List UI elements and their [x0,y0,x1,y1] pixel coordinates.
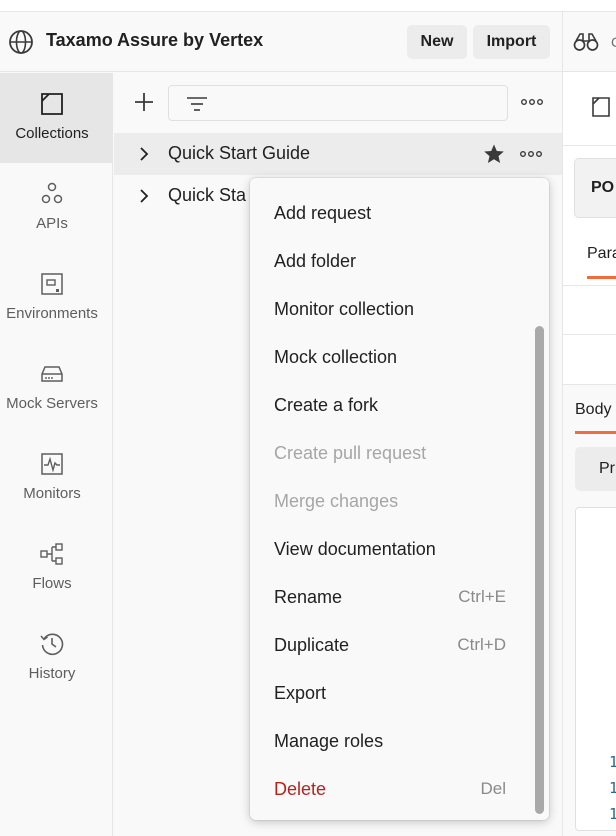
nav-item-environments[interactable]: Environments [0,253,112,343]
binoculars-icon[interactable] [573,32,599,52]
history-icon [40,633,64,656]
globe-icon [9,30,33,54]
more-options-icon[interactable] [519,147,543,161]
divider [563,334,616,335]
menu-item-rename[interactable]: Rename Ctrl+E [250,574,530,622]
flows-icon [40,543,63,565]
menu-item-label: Add request [274,203,372,223]
request-tab-bar: C [563,12,616,72]
menu-item-shortcut: Ctrl+E [458,587,506,606]
nav-item-label: Environments [6,305,98,322]
collection-label: Quick Sta [168,185,247,205]
nav-item-monitors[interactable]: Monitors [0,433,112,523]
monitors-icon [41,453,63,475]
mock-servers-icon [41,366,63,382]
nav-item-label: APIs [36,215,68,232]
menu-item-label: Add folder [274,251,357,271]
nav-item-collections[interactable]: Collections [0,73,112,163]
menu-item-duplicate[interactable]: Duplicate Ctrl+D [250,622,530,670]
tab-params[interactable]: Para [587,245,616,263]
workspace-header: Taxamo Assure by Vertex New Import [0,12,562,72]
menu-item-label: Create a fork [274,395,379,415]
nav-item-flows[interactable]: Flows [0,523,112,613]
request-icon [592,97,610,117]
divider [563,285,616,286]
chevron-right-icon[interactable] [136,146,152,162]
plus-icon[interactable] [133,91,155,113]
workspace-name[interactable]: Taxamo Assure by Vertex [46,30,263,51]
window-top-strip [0,0,616,12]
menu-item-label: Rename [274,587,343,607]
new-button[interactable]: New [407,25,467,59]
menu-item-label: Export [274,683,327,703]
menu-item-create-fork[interactable]: Create a fork [250,382,530,430]
nav-item-label: Monitors [23,485,81,502]
code-editor[interactable]: 1 1 1 [575,507,616,831]
menu-item-shortcut: Del [480,779,506,798]
chevron-right-icon[interactable] [136,188,152,204]
menu-item-label: Duplicate [274,635,350,655]
menu-item-add-folder[interactable]: Add folder [250,238,530,286]
request-pane: C PO Para Body Pr 1 1 1 [562,12,616,836]
menu-item-add-request[interactable]: Add request [250,190,530,238]
body-mode-button[interactable]: Pr [575,447,616,491]
tab-fragment: C [611,34,616,50]
collection-label: Quick Start Guide [168,143,311,163]
menu-item-create-pull-request: Create pull request [250,430,530,478]
menu-item-label: Monitor collection [274,299,415,319]
tab-body[interactable]: Body [575,401,611,419]
method-select[interactable]: PO [574,158,616,218]
menu-scrollbar-thumb[interactable] [535,326,544,814]
active-tab-indicator [587,276,616,279]
filter-icon[interactable] [185,94,209,114]
nav-item-label: Collections [15,125,89,142]
nav-item-apis[interactable]: APIs [0,163,112,253]
collections-icon [41,93,63,115]
search-field[interactable] [168,85,508,121]
import-button[interactable]: Import [473,25,550,59]
apis-icon [41,182,63,204]
more-options-icon[interactable] [520,95,544,109]
nav-item-mock-servers[interactable]: Mock Servers [0,343,112,433]
nav-item-label: Mock Servers [6,395,98,412]
context-menu: Add request Add folder Monitor collectio… [250,178,549,820]
menu-item-label: Delete [274,779,327,799]
left-nav: Collections APIs Environments Mock Serve… [0,73,113,836]
divider [563,145,616,146]
collection-row[interactable]: Quick Start Guide [114,133,562,175]
environments-icon [41,273,63,295]
line-number: 1 [609,753,616,771]
nav-item-label: History [28,665,76,682]
menu-item-delete[interactable]: Delete Del [250,766,530,814]
menu-item-manage-roles[interactable]: Manage roles [250,718,530,766]
line-number: 1 [609,779,616,797]
nav-item-history[interactable]: History [0,613,112,703]
nav-item-label: Flows [32,575,72,592]
response-area: Body Pr 1 1 1 [563,384,616,836]
body-mode-label: Pr [599,460,615,477]
line-number: 1 [609,805,616,823]
menu-item-label: View documentation [274,539,436,559]
menu-item-label: Manage roles [274,731,384,751]
menu-item-monitor-collection[interactable]: Monitor collection [250,286,530,334]
menu-item-shortcut: Ctrl+D [457,635,506,654]
menu-item-label: Create pull request [274,443,427,463]
search-input[interactable] [217,92,497,114]
method-label: PO [591,179,615,196]
star-icon[interactable] [483,143,505,165]
menu-item-export[interactable]: Export [250,670,530,718]
menu-item-label: Mock collection [274,347,398,367]
menu-item-view-documentation[interactable]: View documentation [250,526,530,574]
menu-item-mock-collection[interactable]: Mock collection [250,334,530,382]
menu-item-label: Merge changes [274,491,399,511]
menu-item-merge-changes: Merge changes [250,478,530,526]
active-tab-indicator [575,431,616,434]
